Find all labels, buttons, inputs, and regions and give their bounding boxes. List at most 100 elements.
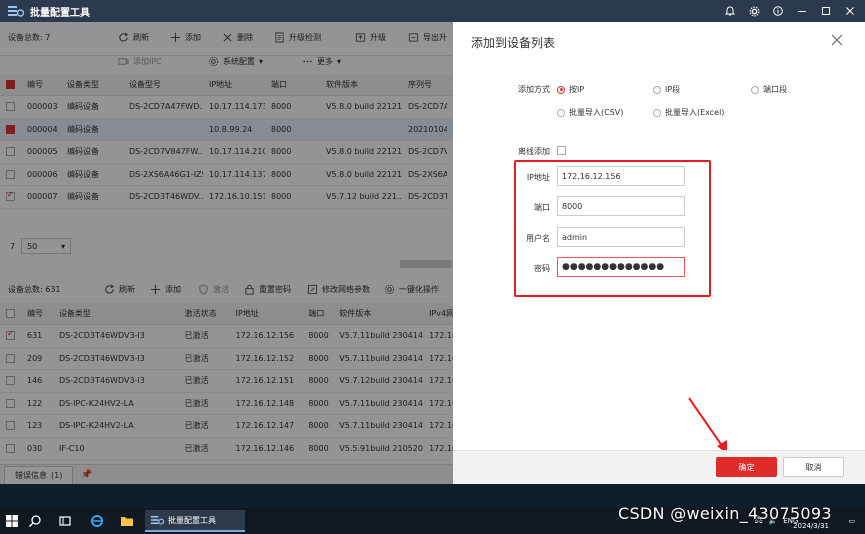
table-cell: 8000 (271, 147, 292, 157)
pin-icon[interactable]: 📌 (81, 470, 92, 480)
refresh-button[interactable]: 刷新 (118, 32, 149, 43)
table-row[interactable]: 000004 编码设备 10.8.99.24 8000 20210104C (0, 118, 453, 141)
table-cell: IF-C10 (58, 443, 85, 453)
add-button-bottom[interactable]: 添加 (150, 284, 181, 295)
add-mode-label: 添加方式 (518, 85, 550, 94)
maximize-icon[interactable] (819, 4, 833, 18)
system-config-button[interactable]: 系统配置 ▾ (208, 56, 263, 67)
table-cell: 000007 (27, 192, 58, 202)
clock-date[interactable]: 2024/3/31 (793, 522, 829, 530)
cancel-button[interactable]: 取消 (783, 457, 844, 477)
confirm-button[interactable]: 确定 (716, 457, 777, 477)
table-row[interactable]: 631 DS-2CD3T46WDV3-I3 已激活 172.16.12.156 8000… (0, 325, 453, 348)
row-checkbox[interactable] (6, 353, 15, 363)
page-size-select[interactable]: 50 ▾ (21, 238, 72, 254)
row-checkbox[interactable] (6, 329, 15, 341)
table-row[interactable]: 000005 编码设备 DS-2CD7V847FW... 10.17.114.210 8… (0, 141, 453, 164)
search-icon[interactable] (28, 514, 42, 528)
taskbar-app-button[interactable]: 批量配置工具 (145, 510, 245, 532)
row-checkbox[interactable] (6, 190, 15, 202)
table-cell: 已激活 (184, 421, 209, 431)
upgrade-button[interactable]: 升级 (355, 32, 386, 43)
mode-by-ip-radio[interactable]: 按IP (557, 84, 584, 95)
table-cell: 编码设备 (67, 124, 99, 134)
mode-import-excel-radio[interactable]: 批量导入(Excel) (653, 107, 724, 118)
mode-import-csv-radio[interactable]: 批量导入(CSV) (557, 107, 623, 118)
refresh-button-bottom[interactable]: 刷新 (104, 284, 135, 295)
shield-icon (199, 284, 208, 295)
more-icon (303, 60, 312, 63)
table-cell: 10.17.114.173 (209, 102, 265, 112)
table-cell: 172.16. (429, 443, 453, 453)
activate-button[interactable]: 激活 (198, 284, 229, 295)
ie-browser-icon[interactable] (90, 514, 104, 528)
table-row[interactable]: 000003 编码设备 DS-2CD7A47FWD... 10.17.114.173 8… (0, 96, 453, 119)
table-header: 编号 设备类型 激活状态 IP地址 端口 软件版本 IPv4网 (0, 303, 453, 325)
row-checkbox[interactable] (6, 443, 15, 453)
reset-password-button[interactable]: 重置密码 (244, 284, 291, 295)
row-checkbox[interactable] (6, 376, 15, 386)
table-row[interactable]: 123 DS-IPC-K24HV2-LA 已激活 172.16.12.147 8000 V… (0, 415, 453, 438)
table-row[interactable]: 209 DS-2CD3T46WDV3-I3 已激活 172.16.12.152 8000… (0, 348, 453, 370)
port-label: 端口 (534, 203, 550, 212)
ip-address-input[interactable]: 172.16.12.156 (557, 166, 685, 186)
close-icon[interactable] (831, 34, 843, 46)
minimize-icon[interactable] (795, 4, 809, 18)
info-icon[interactable] (771, 4, 785, 18)
windows-start-icon[interactable] (6, 515, 18, 527)
table-cell: 8000 (308, 421, 329, 431)
refresh-icon (119, 32, 129, 42)
table-cell: 编码设备 (67, 102, 99, 112)
select-all-checkbox[interactable] (6, 80, 15, 89)
username-input[interactable]: admin (557, 227, 685, 247)
table-cell: 172.16.12.148 (235, 398, 295, 408)
table-cell: V5.8.0 build 221219 (326, 169, 402, 179)
mode-port-range-radio[interactable]: 端口段 (751, 84, 787, 95)
plus-icon (150, 284, 161, 295)
bell-icon[interactable] (723, 4, 737, 18)
task-view-icon[interactable] (58, 514, 72, 528)
table-row[interactable]: 146 DS-2CD3T46WDV3-I3 已激活 172.16.12.151 8000… (0, 370, 453, 393)
table-cell: 8000 (271, 124, 292, 134)
more-button[interactable]: 更多 ▾ (302, 56, 341, 67)
table-cell: 172.16. (429, 353, 453, 363)
folder-icon[interactable] (120, 514, 134, 528)
pager: 7 50 ▾ (0, 232, 453, 260)
upgrade-check-button[interactable]: 升级检测 (274, 32, 321, 43)
camera-icon (118, 58, 129, 65)
chevron-down-icon: ▾ (337, 57, 342, 66)
table-row[interactable]: 000007 编码设备 DS-2CD3T46WDV... 172.16.10.151 8… (0, 186, 453, 209)
upload-icon (355, 33, 366, 42)
offline-add-checkbox[interactable] (557, 146, 566, 155)
add-ipc-button[interactable]: 添加IPC (118, 56, 162, 67)
splitter-handle[interactable] (400, 260, 452, 268)
table-cell: V5.7.11build 230414 (339, 353, 423, 363)
notification-icon[interactable]: ▭ (848, 517, 855, 525)
table-row[interactable]: 030 IF-C10 已激活 172.16.12.146 8000 V5.5.91buil… (0, 438, 453, 460)
table-cell: 172.16.12.156 (235, 331, 295, 341)
password-input[interactable]: ●●●●●●●●●●●●● (557, 257, 685, 277)
select-all-checkbox[interactable] (6, 309, 15, 318)
modify-network-button[interactable]: 修改网络参数 (307, 284, 370, 295)
table-cell: 已激活 (184, 443, 209, 453)
gear-icon[interactable] (747, 4, 761, 18)
row-checkbox[interactable] (6, 124, 15, 134)
row-checkbox[interactable] (6, 398, 15, 408)
close-icon[interactable] (843, 4, 857, 18)
window-title: 批量配置工具 (30, 7, 90, 19)
document-icon (275, 32, 284, 43)
chevron-down-icon: ▾ (61, 241, 66, 251)
row-checkbox[interactable] (6, 147, 15, 157)
error-info-tab[interactable]: 错误信息 (1) (4, 465, 74, 484)
row-checkbox[interactable] (6, 102, 15, 112)
table-row[interactable]: 122 DS-IPC-K24HV2-LA 已激活 172.16.12.148 8000 V… (0, 393, 453, 415)
one-key-operation-button[interactable]: 一键化操作 (384, 284, 439, 295)
delete-button[interactable]: 删除 (222, 32, 253, 43)
table-row[interactable]: 000006 编码设备 DS-2XS6A46G1-IZS 10.17.114.137 8… (0, 164, 453, 186)
export-button[interactable]: 导出升 (408, 32, 447, 43)
row-checkbox[interactable] (6, 421, 15, 431)
add-button[interactable]: 添加 (170, 32, 201, 43)
port-input[interactable]: 8000 (557, 196, 685, 216)
mode-ip-range-radio[interactable]: IP段 (653, 84, 680, 95)
row-checkbox[interactable] (6, 169, 15, 179)
